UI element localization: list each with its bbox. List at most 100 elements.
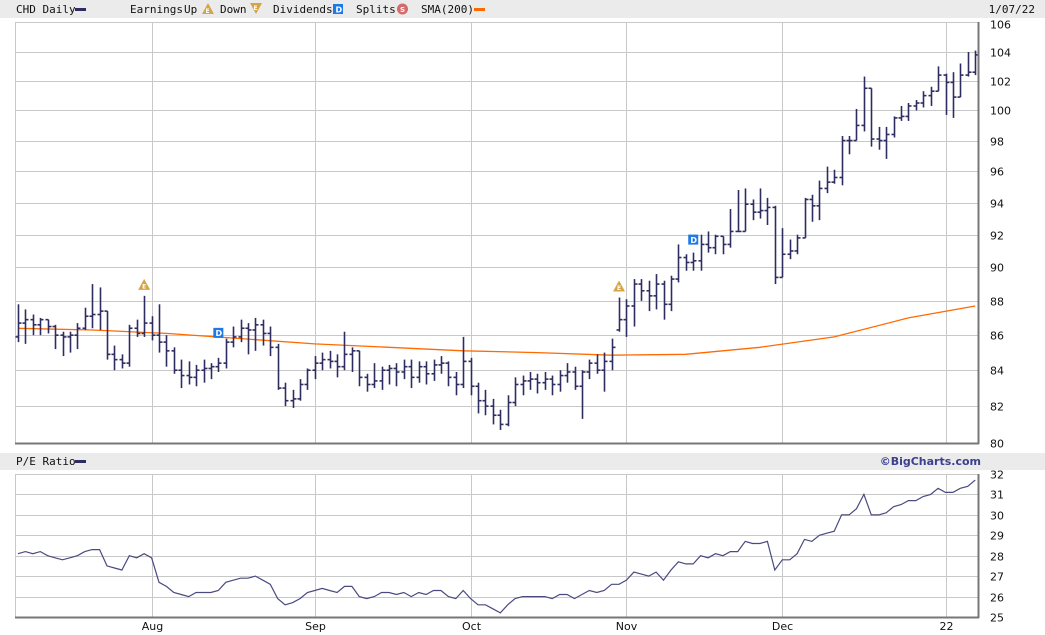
price-bar <box>178 359 185 389</box>
price-bar <box>408 359 415 389</box>
price-bar <box>119 354 126 369</box>
price-bar <box>839 135 846 186</box>
price-bar <box>67 331 74 353</box>
price-bar <box>586 359 593 380</box>
price-bar <box>616 297 623 332</box>
price-bar <box>460 336 467 389</box>
price-bar <box>735 190 742 233</box>
price-bar <box>928 86 935 106</box>
chart-date: 1/07/22 <box>989 3 1035 16</box>
price-bar <box>74 323 81 350</box>
bigcharts-brand-link[interactable]: ©BigCharts.com <box>880 455 981 468</box>
price-bar <box>171 347 178 374</box>
price-bar <box>764 197 771 225</box>
price-bar <box>334 354 341 378</box>
price-bar <box>82 307 89 330</box>
price-bar <box>468 357 475 396</box>
dividend-marker-icon[interactable]: D <box>688 234 699 245</box>
x-axis: Aug Sep Oct Nov Dec 22 <box>142 620 954 633</box>
price-bar <box>156 304 163 353</box>
price-bar <box>497 409 504 430</box>
pe-y-tick-label: 30 <box>990 510 1004 523</box>
price-bar <box>557 370 564 392</box>
price-bar <box>868 87 875 147</box>
price-bar <box>364 373 371 392</box>
earnings-up-label: Up <box>184 3 197 16</box>
price-y-tick-label: 100 <box>990 105 1011 118</box>
price-y-tick-label: 106 <box>990 19 1011 32</box>
price-bar <box>482 389 489 416</box>
price-y-tick-label: 104 <box>990 47 1011 60</box>
price-bar <box>690 252 697 271</box>
price-bar <box>705 231 712 253</box>
price-bar <box>512 377 519 407</box>
svg-text:D: D <box>336 6 343 15</box>
price-bar <box>201 359 208 383</box>
price-bar <box>943 73 950 115</box>
price-bar <box>787 239 794 260</box>
price-bar <box>215 357 222 373</box>
price-bar <box>920 91 927 108</box>
price-bar <box>312 356 319 380</box>
price-series-swatch-icon <box>75 8 86 11</box>
price-bar <box>319 352 326 371</box>
pe-y-tick-label: 27 <box>990 571 1004 584</box>
price-bar <box>52 324 59 350</box>
price-bar <box>341 331 348 371</box>
price-bar <box>846 135 853 155</box>
price-bar <box>809 194 816 222</box>
price-bar <box>564 363 571 383</box>
price-bar <box>623 299 630 337</box>
price-bar <box>935 66 942 92</box>
price-y-tick-label: 80 <box>990 438 1004 451</box>
price-bar <box>520 375 527 396</box>
svg-text:E: E <box>206 8 210 15</box>
price-bar <box>631 279 638 327</box>
price-bar <box>453 372 460 396</box>
pe-y-tick-label: 25 <box>990 612 1004 625</box>
earnings-label: Earnings <box>130 3 183 16</box>
price-bar <box>386 364 393 385</box>
price-y-tick-label: 102 <box>990 76 1011 89</box>
price-bar <box>675 244 682 283</box>
price-bar <box>527 372 534 390</box>
price-bar <box>134 319 141 337</box>
price-bar <box>742 188 749 233</box>
price-bar <box>772 205 779 285</box>
price-bar <box>883 126 890 159</box>
price-bar <box>327 350 334 369</box>
price-bar <box>111 345 118 371</box>
price-y-tick-label: 92 <box>990 230 1004 243</box>
price-bar <box>653 274 660 310</box>
price-bar <box>898 105 905 121</box>
price-bar <box>297 379 304 401</box>
price-bar <box>475 382 482 414</box>
price-y-tick-label: 84 <box>990 365 1004 378</box>
price-bar <box>230 326 237 348</box>
price-bar <box>438 356 445 374</box>
pe-grid <box>15 474 978 617</box>
price-bar <box>712 234 719 255</box>
price-y-tick-label: 86 <box>990 330 1004 343</box>
price-bar <box>720 235 727 255</box>
earnings-up-marker-icon[interactable]: E <box>138 278 151 291</box>
earnings-up-marker-icon[interactable]: E <box>613 280 626 293</box>
price-bar <box>149 316 156 341</box>
price-bar <box>490 398 497 425</box>
svg-text:E: E <box>617 285 621 292</box>
price-bar <box>661 280 668 320</box>
price-bar <box>668 275 675 312</box>
price-bar <box>304 368 311 390</box>
event-markers: E D E D <box>138 234 699 338</box>
price-bar <box>15 304 22 343</box>
x-tick-label: Dec <box>772 620 793 633</box>
price-y-tick-label: 90 <box>990 262 1004 275</box>
pe-y-tick-label: 29 <box>990 530 1004 543</box>
x-tick-label: Nov <box>616 620 638 633</box>
price-bar <box>549 375 556 396</box>
price-bar <box>727 208 734 248</box>
price-bar <box>445 361 452 387</box>
dividend-marker-icon[interactable]: D <box>213 327 224 338</box>
price-bar <box>646 280 653 312</box>
price-bar <box>853 108 860 142</box>
